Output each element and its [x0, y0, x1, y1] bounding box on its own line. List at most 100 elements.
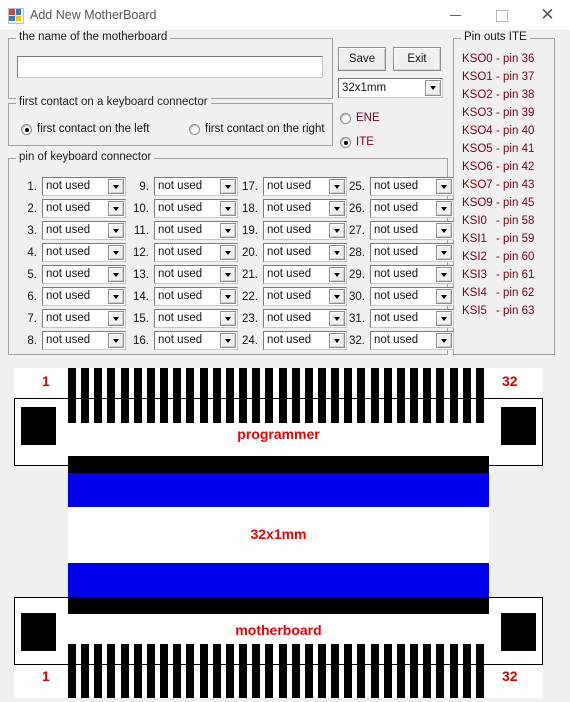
pin-select-8[interactable]: not used [42, 331, 126, 350]
radio-dot-icon [340, 137, 351, 148]
contact-tooth [357, 644, 365, 698]
pinout-pin-3: - pin 39 [496, 107, 535, 119]
chevron-down-icon[interactable] [108, 223, 124, 238]
chevron-down-icon[interactable] [108, 311, 124, 326]
pin-select-31[interactable]: not used [370, 309, 454, 328]
pin-select-20[interactable]: not used [263, 243, 347, 262]
pinout-pin-12: - pin 61 [496, 269, 535, 281]
pin-select-13[interactable]: not used [154, 265, 238, 284]
contact-tooth [305, 368, 313, 423]
pinout-signal-12: KSI3 [462, 269, 487, 281]
pin-select-value-26: not used [374, 202, 419, 214]
programmer-first-pin-number: 1 [42, 373, 50, 389]
contact-tooth [476, 644, 484, 698]
chevron-down-icon[interactable] [436, 267, 452, 282]
chevron-down-icon[interactable] [220, 245, 236, 260]
maximize-button[interactable] [479, 0, 524, 30]
chevron-down-icon[interactable] [220, 267, 236, 282]
chevron-down-icon[interactable] [108, 267, 124, 282]
chevron-down-icon[interactable] [436, 333, 452, 348]
contact-tooth [371, 368, 379, 423]
chevron-down-icon[interactable] [436, 223, 452, 238]
pin-select-value-21: not used [267, 268, 312, 280]
minimize-button[interactable] [433, 0, 478, 30]
chevron-down-icon[interactable] [108, 201, 124, 216]
chevron-down-icon[interactable] [436, 311, 452, 326]
connector-size-value: 32x1mm [342, 82, 387, 94]
chevron-down-icon[interactable] [436, 179, 452, 194]
pin-select-9[interactable]: not used [154, 177, 238, 196]
pin-select-27[interactable]: not used [370, 221, 454, 240]
pin-select-14[interactable]: not used [154, 287, 238, 306]
chevron-down-icon[interactable] [108, 179, 124, 194]
pin-select-17[interactable]: not used [263, 177, 347, 196]
connector-diagram: 1 32 programmer 32x1mm motherboard 1 32 [14, 368, 543, 702]
contact-tooth [292, 644, 300, 698]
contact-tooth [186, 368, 194, 423]
pin-select-32[interactable]: not used [370, 331, 454, 350]
chevron-down-icon[interactable] [425, 80, 441, 96]
pin-select-28[interactable]: not used [370, 243, 454, 262]
chevron-down-icon[interactable] [220, 333, 236, 348]
exit-button[interactable]: Exit [393, 47, 441, 71]
chevron-down-icon[interactable] [436, 201, 452, 216]
pin-select-1[interactable]: not used [42, 177, 126, 196]
close-button[interactable]: ✕ [525, 0, 570, 30]
pin-select-15[interactable]: not used [154, 309, 238, 328]
pin-select-3[interactable]: not used [42, 221, 126, 240]
pin-select-6[interactable]: not used [42, 287, 126, 306]
radio-first-contact-left-label: first contact on the left [37, 123, 150, 135]
chevron-down-icon[interactable] [220, 311, 236, 326]
contact-tooth [173, 644, 181, 698]
pin-number-31: 31. [349, 313, 365, 325]
pin-select-value-25: not used [374, 180, 419, 192]
chevron-down-icon[interactable] [436, 245, 452, 260]
chevron-down-icon[interactable] [108, 245, 124, 260]
radio-dot-icon [21, 124, 32, 135]
pin-select-19[interactable]: not used [263, 221, 347, 240]
chevron-down-icon[interactable] [220, 289, 236, 304]
pin-select-23[interactable]: not used [263, 309, 347, 328]
motherboard-name-input[interactable] [17, 56, 323, 78]
contact-tooth [81, 644, 89, 698]
pin-select-21[interactable]: not used [263, 265, 347, 284]
pin-select-7[interactable]: not used [42, 309, 126, 328]
pin-select-2[interactable]: not used [42, 199, 126, 218]
contact-tooth [68, 368, 76, 423]
pin-select-29[interactable]: not used [370, 265, 454, 284]
chevron-down-icon[interactable] [220, 201, 236, 216]
chevron-down-icon[interactable] [108, 333, 124, 348]
chevron-down-icon[interactable] [108, 289, 124, 304]
contact-tooth [410, 644, 418, 698]
pin-select-value-12: not used [158, 246, 203, 258]
save-button[interactable]: Save [338, 47, 386, 71]
chevron-down-icon[interactable] [220, 179, 236, 194]
connector-size-combobox[interactable]: 32x1mm [338, 78, 443, 98]
pin-select-25[interactable]: not used [370, 177, 454, 196]
pin-select-16[interactable]: not used [154, 331, 238, 350]
minimize-icon [450, 15, 461, 17]
chevron-down-icon[interactable] [436, 289, 452, 304]
pin-select-value-17: not used [267, 180, 312, 192]
pin-select-24[interactable]: not used [263, 331, 347, 350]
pin-select-11[interactable]: not used [154, 221, 238, 240]
pin-select-22[interactable]: not used [263, 287, 347, 306]
pin-select-18[interactable]: not used [263, 199, 347, 218]
pin-number-28: 28. [349, 247, 365, 259]
pin-select-26[interactable]: not used [370, 199, 454, 218]
pin-select-30[interactable]: not used [370, 287, 454, 306]
pin-number-19: 19. [242, 225, 258, 237]
pin-select-value-7: not used [46, 312, 91, 324]
pin-number-9: 9. [139, 181, 149, 193]
contact-tooth [397, 644, 405, 698]
pin-select-12[interactable]: not used [154, 243, 238, 262]
close-icon: ✕ [540, 5, 555, 24]
pin-select-10[interactable]: not used [154, 199, 238, 218]
pin-number-5: 5. [27, 269, 37, 281]
pin-select-5[interactable]: not used [42, 265, 126, 284]
pin-select-4[interactable]: not used [42, 243, 126, 262]
contact-tooth [279, 368, 287, 423]
chevron-down-icon[interactable] [220, 223, 236, 238]
pinout-pin-14: - pin 63 [496, 305, 535, 317]
pinout-row-2: KSO2- pin 38 [462, 89, 534, 101]
